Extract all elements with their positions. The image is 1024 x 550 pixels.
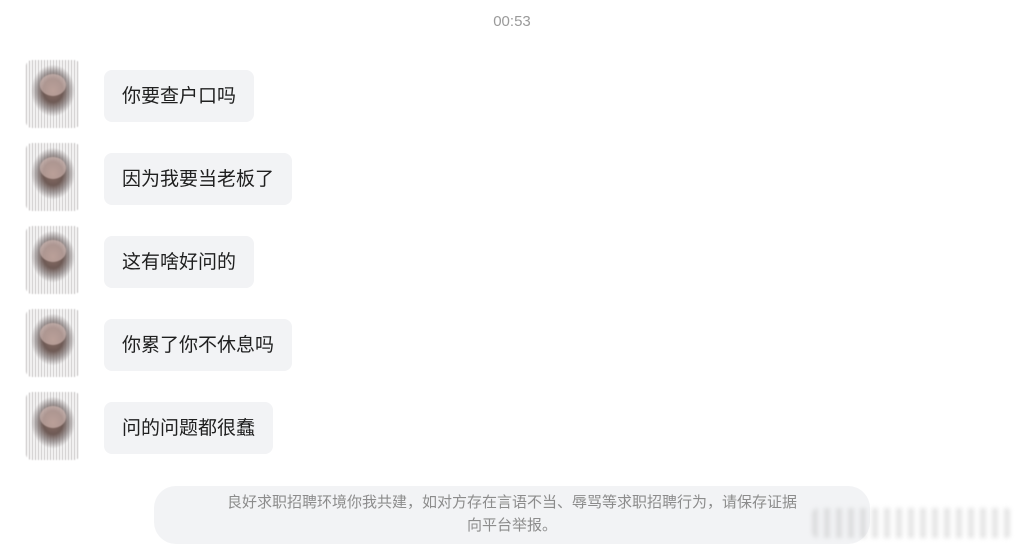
message-bubble[interactable]: 因为我要当老板了 [104,153,293,205]
sender-avatar[interactable] [26,226,80,294]
message-timestamp: 00:53 [493,13,531,30]
message-bubble[interactable]: 你累了你不休息吗 [104,319,293,371]
message-bubble[interactable]: 这有啥好问的 [104,236,255,288]
sender-avatar[interactable] [26,143,80,211]
message-bubble[interactable]: 问的问题都很蠢 [104,402,274,454]
sender-avatar[interactable] [26,392,80,460]
safety-notice-line: 良好求职招聘环境你我共建，如对方存在言语不当、辱骂等求职招聘行为，请保存证据 [226,493,797,511]
sender-avatar[interactable] [26,309,80,377]
watermark [812,508,1012,538]
safety-notice: 良好求职招聘环境你我共建，如对方存在言语不当、辱骂等求职招聘行为，请保存证据 向… [154,486,870,544]
message-bubble[interactable]: 你要查户口吗 [104,70,255,122]
sender-avatar[interactable] [26,60,80,128]
safety-notice-line: 向平台举报。 [466,516,557,534]
